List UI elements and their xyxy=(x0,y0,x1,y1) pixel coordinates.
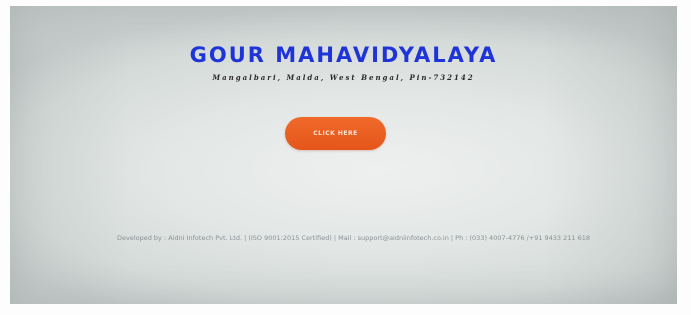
monitor-screen: GOUR MAHAVIDYALAYA Mangalbari, Malda, We… xyxy=(10,6,677,304)
page-title: GOUR MAHAVIDYALAYA xyxy=(189,43,498,67)
footer-credit: Developed by : Aidni Infotech Pvt. Ltd. … xyxy=(116,234,591,242)
click-here-button[interactable]: CLICK HERE xyxy=(285,117,386,150)
photo-frame: GOUR MAHAVIDYALAYA Mangalbari, Malda, We… xyxy=(0,0,691,315)
college-address: Mangalbari, Malda, West Bengal, Pin-7321… xyxy=(212,73,475,82)
